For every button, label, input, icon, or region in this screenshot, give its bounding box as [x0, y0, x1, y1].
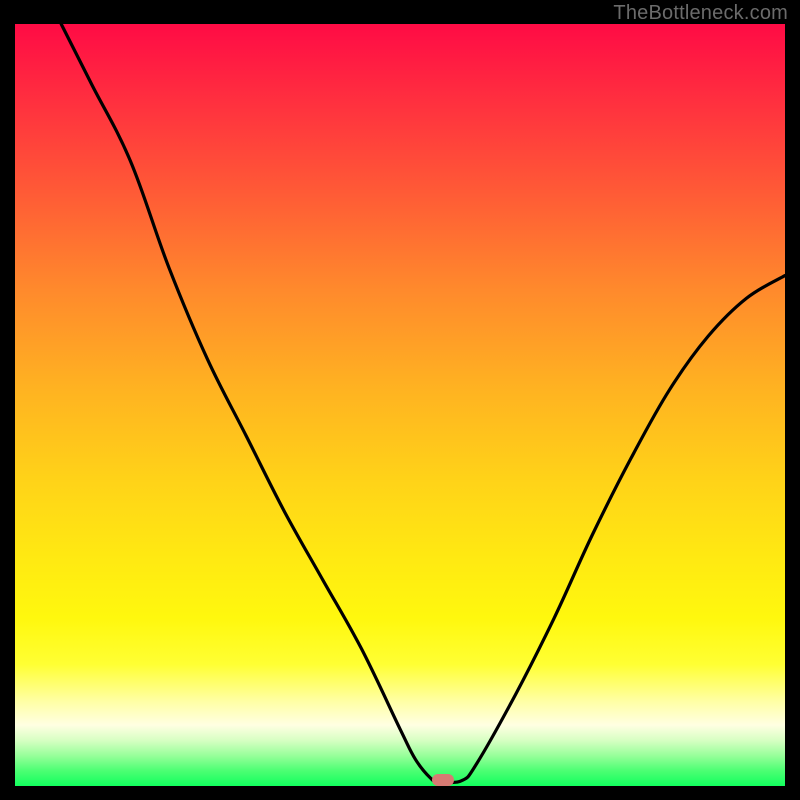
optimal-point-marker — [432, 774, 454, 786]
bottleneck-curve — [15, 24, 785, 786]
chart-frame: TheBottleneck.com — [0, 0, 800, 800]
plot-area — [15, 24, 785, 786]
watermark-text: TheBottleneck.com — [613, 2, 788, 25]
